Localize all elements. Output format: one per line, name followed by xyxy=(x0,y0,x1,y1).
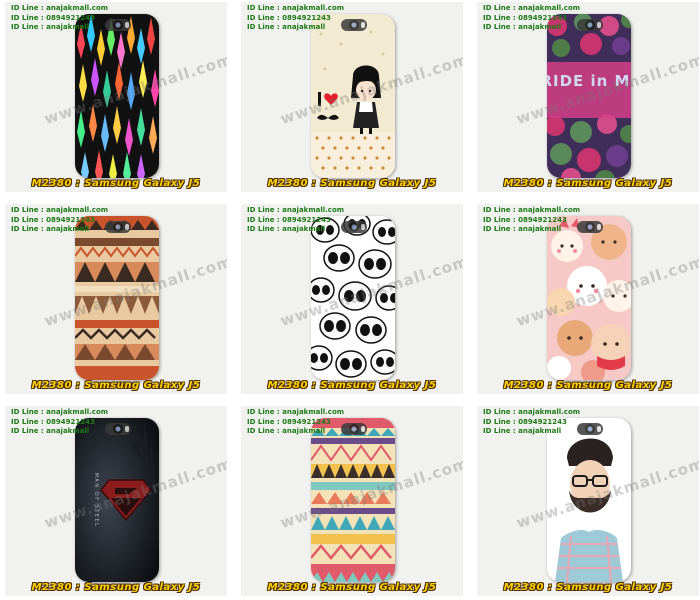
camera-icon xyxy=(585,20,595,30)
product-card[interactable]: ID Line : anajakmall.com ID Line : 08949… xyxy=(477,204,699,394)
contact-line: ID Line : anajakmall.com xyxy=(11,408,109,416)
flash-icon xyxy=(361,224,365,230)
camera-icon xyxy=(113,424,123,434)
model-label: M2380 : Samsung Galaxy J5 xyxy=(503,178,673,189)
contact-line: ID Line : 0894921243 xyxy=(11,417,95,426)
flash-icon xyxy=(361,22,365,28)
contact-line: ID Line : anajakmall.com xyxy=(247,206,345,214)
model-label: M2380 : Samsung Galaxy J5 xyxy=(267,582,437,593)
contact-info: ID Line : anajakmall.com ID Line : 08949… xyxy=(11,408,108,437)
camera-module xyxy=(341,221,367,233)
product-card[interactable]: ID Line : anajakmall.com ID Line : 08949… xyxy=(241,204,463,394)
contact-info: ID Line : anajakmall.com ID Line : 08949… xyxy=(483,408,580,437)
product-card[interactable]: ID Line : anajakmall.com ID Line : 08949… xyxy=(241,406,463,596)
contact-line: ID Line : 0894921243 xyxy=(483,13,567,22)
contact-line: ID Line : anajakmall.com xyxy=(247,408,345,416)
camera-module xyxy=(341,19,367,31)
flash-icon xyxy=(597,224,601,230)
product-card[interactable]: ID Line : anajakmall.com ID Line : 08949… xyxy=(5,204,227,394)
contact-line: ID Line : anajakmall xyxy=(11,23,90,31)
product-grid: ID Line : anajakmall.com ID Line : 08949… xyxy=(0,0,700,600)
contact-line: ID Line : anajakmall xyxy=(247,427,326,435)
contact-info: ID Line : anajakmall.com ID Line : 08949… xyxy=(483,206,580,235)
camera-module xyxy=(577,423,603,435)
product-card[interactable]: ID Line : anajakmall.com ID Line : 08949… xyxy=(477,2,699,192)
product-card[interactable]: ID Line : anajakmall.com ID Line : 08949… xyxy=(5,2,227,192)
camera-module xyxy=(341,423,367,435)
contact-line: ID Line : 0894921243 xyxy=(11,13,95,22)
camera-icon xyxy=(113,222,123,232)
camera-module xyxy=(105,221,131,233)
model-label: M2380 : Samsung Galaxy J5 xyxy=(31,178,201,189)
camera-module xyxy=(577,19,603,31)
contact-line: ID Line : 0894921243 xyxy=(247,215,331,224)
model-label: M2380 : Samsung Galaxy J5 xyxy=(31,582,201,593)
flash-icon xyxy=(597,426,601,432)
contact-info: ID Line : anajakmall.com ID Line : 08949… xyxy=(247,4,344,33)
camera-icon xyxy=(349,20,359,30)
model-label: M2380 : Samsung Galaxy J5 xyxy=(31,380,201,391)
contact-line: ID Line : anajakmall.com xyxy=(11,206,109,214)
flash-icon xyxy=(125,426,129,432)
model-label: M2380 : Samsung Galaxy J5 xyxy=(503,380,673,391)
contact-info: ID Line : anajakmall.com ID Line : 08949… xyxy=(247,408,344,437)
camera-module xyxy=(577,221,603,233)
contact-line: ID Line : 0894921243 xyxy=(247,417,331,426)
contact-line: ID Line : anajakmall xyxy=(11,225,90,233)
flash-icon xyxy=(125,22,129,28)
contact-line: ID Line : 0894921243 xyxy=(11,215,95,224)
flash-icon xyxy=(361,426,365,432)
contact-line: ID Line : anajakmall xyxy=(11,427,90,435)
contact-line: ID Line : anajakmall xyxy=(247,225,326,233)
camera-icon xyxy=(113,20,123,30)
contact-info: ID Line : anajakmall.com ID Line : 08949… xyxy=(247,206,344,235)
contact-line: ID Line : 0894921243 xyxy=(483,215,567,224)
camera-module xyxy=(105,19,131,31)
camera-icon xyxy=(349,424,359,434)
camera-icon xyxy=(585,424,595,434)
contact-info: ID Line : anajakmall.com ID Line : 08949… xyxy=(483,4,580,33)
contact-line: ID Line : anajakmall.com xyxy=(483,206,581,214)
contact-info: ID Line : anajakmall.com ID Line : 08949… xyxy=(11,4,108,33)
contact-line: ID Line : 0894921243 xyxy=(483,417,567,426)
contact-line: ID Line : 0894921243 xyxy=(247,13,331,22)
product-card[interactable]: ID Line : anajakmall.com ID Line : 08949… xyxy=(477,406,699,596)
contact-info: ID Line : anajakmall.com ID Line : 08949… xyxy=(11,206,108,235)
model-label: M2380 : Samsung Galaxy J5 xyxy=(267,380,437,391)
contact-line: ID Line : anajakmall.com xyxy=(247,4,345,12)
contact-line: ID Line : anajakmall.com xyxy=(11,4,109,12)
flash-icon xyxy=(125,224,129,230)
model-label: M2380 : Samsung Galaxy J5 xyxy=(267,178,437,189)
flash-icon xyxy=(597,22,601,28)
model-label: M2380 : Samsung Galaxy J5 xyxy=(503,582,673,593)
product-card[interactable]: ID Line : anajakmall.com ID Line : 08949… xyxy=(241,2,463,192)
camera-icon xyxy=(349,222,359,232)
contact-line: ID Line : anajakmall.com xyxy=(483,4,581,12)
product-card[interactable]: ID Line : anajakmall.com ID Line : 08949… xyxy=(5,406,227,596)
camera-icon xyxy=(585,222,595,232)
contact-line: ID Line : anajakmall xyxy=(483,225,562,233)
contact-line: ID Line : anajakmall xyxy=(483,23,562,31)
contact-line: ID Line : anajakmall.com xyxy=(483,408,581,416)
contact-line: ID Line : anajakmall xyxy=(247,23,326,31)
camera-module xyxy=(105,423,131,435)
contact-line: ID Line : anajakmall xyxy=(483,427,562,435)
